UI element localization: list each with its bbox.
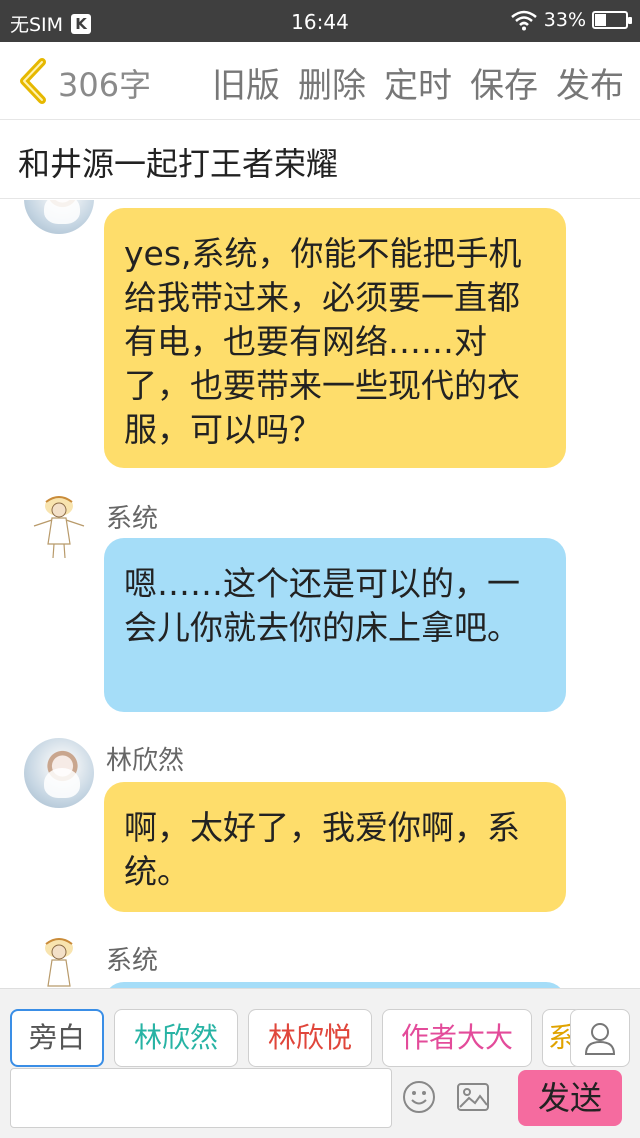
character-narrator[interactable]: 旁白 bbox=[10, 1009, 104, 1067]
smiley-icon bbox=[403, 1081, 435, 1113]
message-bubble[interactable]: yes,系统，你能不能把手机给我带过来，必须要一直都有电，也要有网络……对了，也… bbox=[104, 208, 566, 468]
message-bubble[interactable]: 嗯……这个还是可以的，一会儿你就去你的床上拿吧。 bbox=[104, 538, 566, 712]
editor-toolbar: 306字 旧版 删除 定时 保存 发布 bbox=[0, 42, 640, 120]
image-button[interactable] bbox=[456, 1082, 490, 1112]
old-version-button[interactable]: 旧版 bbox=[212, 58, 280, 107]
delete-button[interactable]: 删除 bbox=[298, 58, 366, 107]
girl-sketch-icon bbox=[33, 496, 85, 559]
story-title-row[interactable]: 和井源一起打王者荣耀 bbox=[0, 121, 640, 199]
story-title[interactable]: 和井源一起打王者荣耀 bbox=[18, 139, 338, 185]
chevron-left-icon bbox=[20, 58, 46, 104]
status-bar: 无SIM K 16:44 33% bbox=[0, 0, 640, 42]
battery-icon bbox=[592, 11, 632, 29]
schedule-button[interactable]: 定时 bbox=[384, 58, 452, 107]
wifi-icon bbox=[510, 10, 537, 31]
avatar-lin-xinran[interactable] bbox=[24, 738, 94, 808]
save-button[interactable]: 保存 bbox=[470, 58, 538, 107]
chat-area[interactable]: yes,系统，你能不能把手机给我带过来，必须要一直都有电，也要有网络……对了，也… bbox=[0, 200, 640, 988]
word-count: 306字 bbox=[58, 66, 152, 104]
back-button[interactable] bbox=[14, 58, 54, 104]
sender-name: 系统 bbox=[106, 504, 159, 534]
input-bar: 发送 bbox=[0, 1068, 640, 1138]
battery-fill bbox=[595, 14, 606, 26]
character-lin-xinyue[interactable]: 林欣悦 bbox=[248, 1009, 372, 1067]
person-icon bbox=[584, 1023, 616, 1055]
avatar-system[interactable] bbox=[24, 934, 94, 988]
emoji-button[interactable] bbox=[402, 1080, 436, 1114]
send-button[interactable]: 发送 bbox=[518, 1070, 622, 1126]
avatar-lin-xinran[interactable] bbox=[24, 200, 94, 234]
character-lin-xinran[interactable]: 林欣然 bbox=[114, 1009, 238, 1067]
status-right: 33% bbox=[510, 9, 632, 31]
image-icon bbox=[457, 1083, 489, 1111]
publish-button[interactable]: 发布 bbox=[556, 58, 624, 107]
girl-sketch-icon bbox=[45, 938, 73, 987]
sender-name: 林欣然 bbox=[106, 746, 185, 776]
manage-characters-button[interactable] bbox=[570, 1009, 630, 1067]
sender-name: 系统 bbox=[106, 946, 159, 976]
character-author[interactable]: 作者大大 bbox=[382, 1009, 532, 1067]
message-input[interactable] bbox=[10, 1068, 392, 1128]
avatar-system[interactable] bbox=[24, 492, 94, 562]
toolbar-actions: 旧版 删除 定时 保存 发布 bbox=[212, 58, 624, 107]
battery-percent: 33% bbox=[543, 9, 586, 31]
message-bubble[interactable]: 啊，太好了，我爱你啊，系统。 bbox=[104, 782, 566, 912]
character-bar: 旁白 林欣然 林欣悦 作者大大 系 bbox=[0, 988, 640, 1068]
